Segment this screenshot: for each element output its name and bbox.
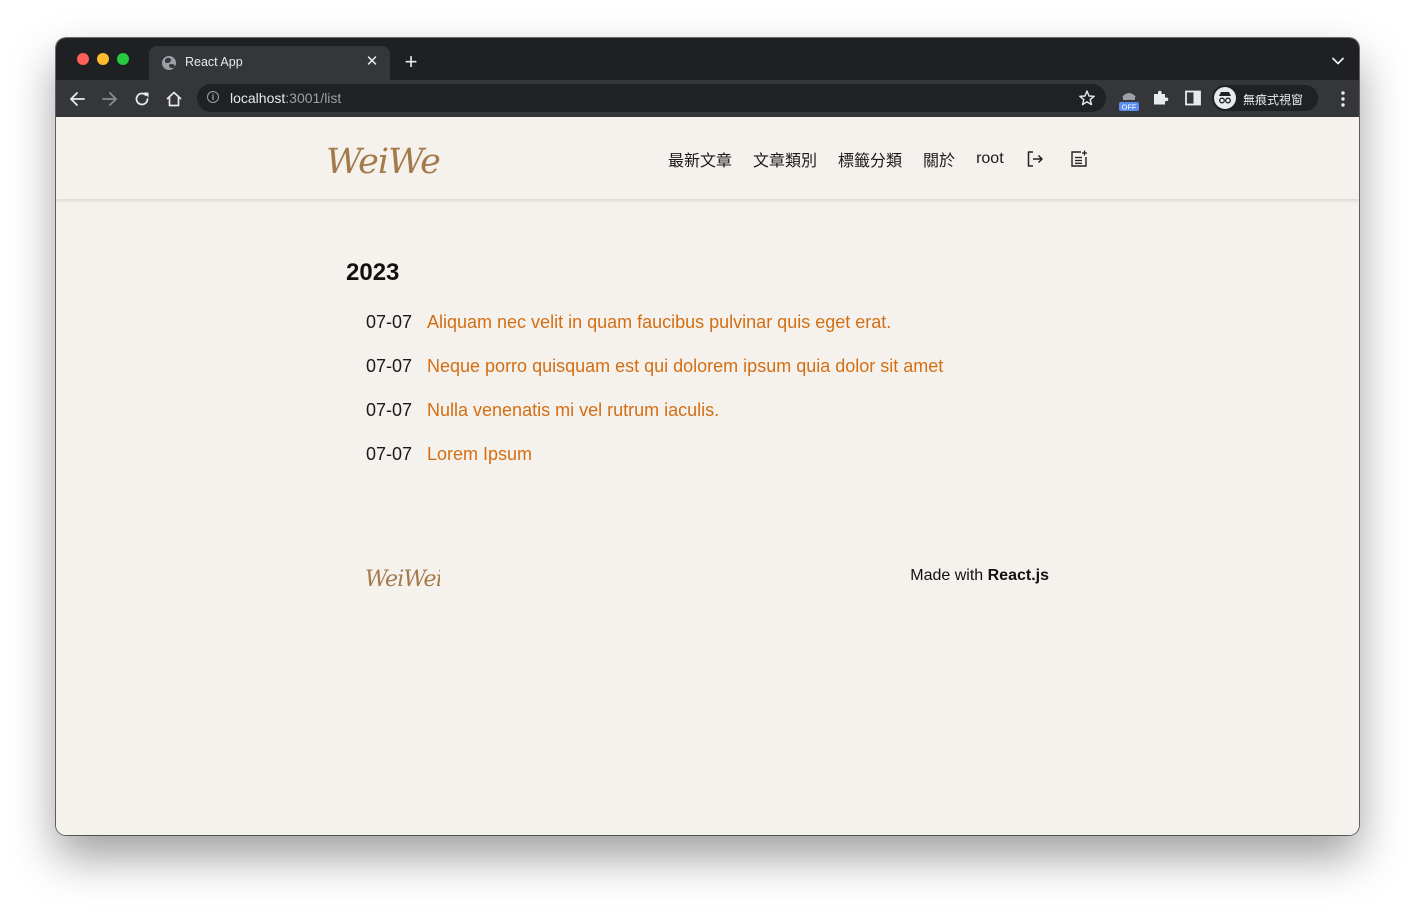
tab-search-chevron-icon[interactable]: [1331, 54, 1345, 68]
site-info-icon[interactable]: i: [207, 91, 219, 103]
archive-list: 2023 07-07 Aliquam nec velit in quam fau…: [346, 256, 1066, 488]
post-date: 07-07: [366, 312, 413, 332]
close-window-button[interactable]: [77, 53, 89, 65]
made-with-credit: Made with React.js: [910, 567, 1049, 585]
minimize-window-button[interactable]: [97, 53, 109, 65]
made-with-prefix: Made with: [910, 567, 984, 584]
archive-year-heading: 2023: [346, 259, 400, 286]
address-bar[interactable]: i localhost:3001/list: [197, 84, 1106, 112]
post-list-item: 07-07 Neque porro quisquam est qui dolor…: [366, 356, 1066, 400]
footer-logo[interactable]: WeiWei: [364, 562, 440, 592]
back-button[interactable]: [65, 87, 89, 111]
tab-close-icon[interactable]: ✕: [362, 52, 382, 72]
site-logo[interactable]: WeiWei: [324, 139, 440, 179]
site-header: WeiWei 最新文章 文章類別 標籤分類 關於 root: [56, 117, 1359, 199]
bookmark-star-icon[interactable]: [1078, 89, 1096, 107]
post-list-item: 07-07 Lorem Ipsum: [366, 444, 1066, 488]
post-date: 07-07: [366, 444, 413, 464]
arrow-right-icon: [102, 92, 117, 106]
incognito-label: 無痕式視窗: [1243, 93, 1304, 107]
post-title-link[interactable]: Aliquam nec velit in quam faucibus pulvi…: [427, 312, 891, 333]
url-host: localhost: [230, 90, 286, 106]
site-footer: WeiWei Made with React.js: [364, 559, 1050, 599]
nav-tags[interactable]: 標籤分類: [838, 147, 902, 171]
extensions-puzzle-button[interactable]: [1150, 88, 1172, 112]
extension-off-icon[interactable]: OFF: [1118, 87, 1140, 112]
globe-icon: [162, 56, 176, 70]
main-nav: 最新文章 文章類別 標籤分類 關於 root: [668, 147, 1113, 171]
made-with-tech: React.js: [987, 567, 1049, 584]
svg-text:WeiWei: WeiWei: [365, 567, 440, 592]
home-icon: [166, 91, 182, 107]
post-title-link[interactable]: Neque porro quisquam est qui dolorem ips…: [427, 356, 943, 377]
extension-badge: OFF: [1122, 103, 1137, 112]
cookie-extension-icon: OFF: [1119, 93, 1139, 112]
browser-menu-icon[interactable]: [1341, 91, 1345, 107]
nav-user-root[interactable]: root: [976, 150, 1004, 168]
logout-icon[interactable]: [1025, 149, 1045, 169]
post-date: 07-07: [366, 400, 413, 420]
nav-categories[interactable]: 文章類別: [753, 147, 817, 171]
side-panel-button[interactable]: [1183, 88, 1205, 112]
new-tab-button[interactable]: +: [399, 51, 423, 75]
url-path: :3001/list: [285, 90, 342, 106]
post-title-link[interactable]: Lorem Ipsum: [427, 444, 532, 465]
tab-strip: React App ✕ +: [56, 38, 1359, 80]
reload-button[interactable]: [130, 87, 154, 111]
post-date: 07-07: [366, 356, 413, 376]
post-list-item: 07-07 Aliquam nec velit in quam faucibus…: [366, 312, 1066, 356]
browser-toolbar: i localhost:3001/list OFF 無痕式視窗: [56, 80, 1359, 117]
puzzle-icon: [1154, 90, 1169, 105]
forward-button[interactable]: [98, 87, 122, 111]
side-panel-icon: [1185, 90, 1201, 106]
home-button[interactable]: [162, 87, 186, 111]
post-list-item: 07-07 Nulla venenatis mi vel rutrum iacu…: [366, 400, 1066, 444]
url-text[interactable]: localhost:3001/list: [230, 90, 341, 106]
svg-text:WeiWei: WeiWei: [326, 142, 440, 179]
page-viewport: WeiWei 最新文章 文章類別 標籤分類 關於 root 2023 07-07…: [56, 117, 1359, 835]
browser-tab[interactable]: React App ✕: [149, 46, 390, 80]
nav-about[interactable]: 關於: [923, 147, 955, 171]
reload-icon: [135, 92, 149, 106]
arrow-left-icon: [70, 92, 85, 106]
incognito-profile-button[interactable]: 無痕式視窗: [1212, 85, 1318, 111]
browser-window: React App ✕ + i localhost:3001/list OFF …: [56, 38, 1359, 835]
post-title-link[interactable]: Nulla venenatis mi vel rutrum iaculis.: [427, 400, 719, 421]
nav-latest-posts[interactable]: 最新文章: [668, 147, 732, 171]
new-post-icon[interactable]: [1069, 149, 1089, 169]
maximize-window-button[interactable]: [117, 53, 129, 65]
incognito-icon: [1214, 87, 1236, 109]
tab-title: React App: [185, 55, 243, 69]
